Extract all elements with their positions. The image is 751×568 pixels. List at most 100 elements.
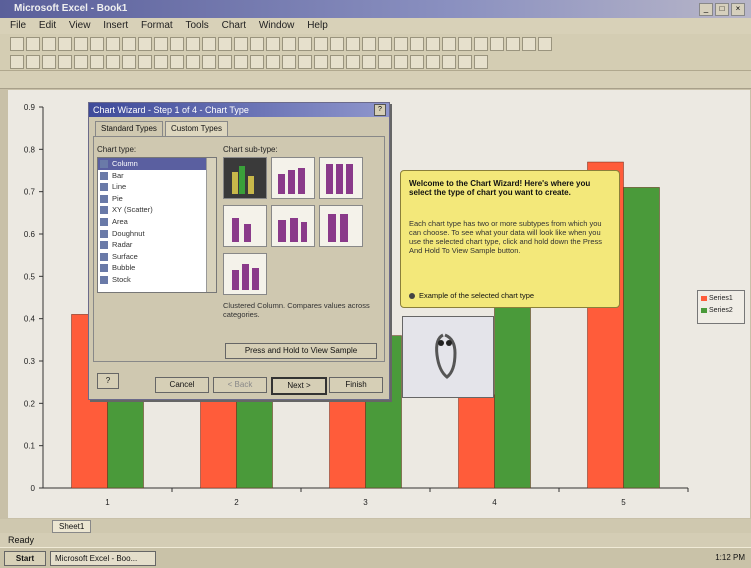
- tb1-button[interactable]: [74, 37, 88, 51]
- bar-series2[interactable]: [623, 187, 660, 489]
- tb2-button[interactable]: [26, 55, 40, 69]
- tb1-button[interactable]: [266, 37, 280, 51]
- tb2-button[interactable]: [10, 55, 24, 69]
- tb2-button[interactable]: [42, 55, 56, 69]
- menu-help[interactable]: Help: [307, 20, 328, 31]
- tb1-button[interactable]: [426, 37, 440, 51]
- sheet-tab-sheet1[interactable]: Sheet1: [52, 520, 92, 533]
- taskbar-excel-button[interactable]: Microsoft Excel - Boo...: [50, 551, 156, 566]
- menu-insert[interactable]: Insert: [103, 20, 128, 31]
- tb2-button[interactable]: [170, 55, 184, 69]
- chart-type-item[interactable]: Column: [98, 158, 216, 170]
- subtype-stacked-column[interactable]: [271, 157, 315, 199]
- menu-chart[interactable]: Chart: [222, 20, 246, 31]
- tb1-button[interactable]: [314, 37, 328, 51]
- minimize-button[interactable]: _: [699, 3, 713, 16]
- close-button[interactable]: ×: [731, 3, 745, 16]
- bar-series1[interactable]: [458, 394, 495, 489]
- tb2-button[interactable]: [154, 55, 168, 69]
- chart-type-item[interactable]: Surface: [98, 251, 216, 263]
- tb1-button[interactable]: [506, 37, 520, 51]
- tb1-button[interactable]: [26, 37, 40, 51]
- tb1-button[interactable]: [474, 37, 488, 51]
- finish-button[interactable]: Finish: [329, 377, 383, 393]
- menu-tools[interactable]: Tools: [185, 20, 208, 31]
- tb1-button[interactable]: [42, 37, 56, 51]
- tb2-button[interactable]: [90, 55, 104, 69]
- tb2-button[interactable]: [58, 55, 72, 69]
- menu-view[interactable]: View: [69, 20, 91, 31]
- tb1-button[interactable]: [378, 37, 392, 51]
- tb1-button[interactable]: [410, 37, 424, 51]
- tb2-button[interactable]: [106, 55, 120, 69]
- tb1-button[interactable]: [298, 37, 312, 51]
- tb2-button[interactable]: [474, 55, 488, 69]
- start-button[interactable]: Start: [4, 551, 46, 566]
- tab-custom-types[interactable]: Custom Types: [165, 121, 228, 136]
- help-option[interactable]: Example of the selected chart type: [409, 291, 534, 300]
- subtype-3d-100-stacked-column[interactable]: [319, 205, 363, 247]
- press-hold-sample-button[interactable]: Press and Hold to View Sample: [225, 343, 377, 359]
- chart-type-item[interactable]: Bubble: [98, 262, 216, 274]
- tb2-button[interactable]: [410, 55, 424, 69]
- dialog-help-icon[interactable]: ?: [374, 104, 386, 116]
- subtype-3d-clustered-column[interactable]: [223, 205, 267, 247]
- tb1-button[interactable]: [330, 37, 344, 51]
- chart-type-item[interactable]: Line: [98, 181, 216, 193]
- tb2-button[interactable]: [282, 55, 296, 69]
- tb2-button[interactable]: [266, 55, 280, 69]
- menu-window[interactable]: Window: [259, 20, 295, 31]
- chart-type-item[interactable]: XY (Scatter): [98, 204, 216, 216]
- tb2-button[interactable]: [250, 55, 264, 69]
- tb2-button[interactable]: [442, 55, 456, 69]
- tb1-button[interactable]: [538, 37, 552, 51]
- tb2-button[interactable]: [218, 55, 232, 69]
- tb1-button[interactable]: [202, 37, 216, 51]
- menu-file[interactable]: File: [10, 20, 26, 31]
- chart-type-item[interactable]: Bar: [98, 170, 216, 182]
- tb1-button[interactable]: [90, 37, 104, 51]
- tb1-button[interactable]: [442, 37, 456, 51]
- menu-format[interactable]: Format: [141, 20, 173, 31]
- tb1-button[interactable]: [170, 37, 184, 51]
- tb1-button[interactable]: [106, 37, 120, 51]
- tb2-button[interactable]: [298, 55, 312, 69]
- tb2-button[interactable]: [394, 55, 408, 69]
- tb2-button[interactable]: [122, 55, 136, 69]
- tb1-button[interactable]: [346, 37, 360, 51]
- cancel-button[interactable]: Cancel: [155, 377, 209, 393]
- tb2-button[interactable]: [330, 55, 344, 69]
- next-button[interactable]: Next >: [271, 377, 327, 395]
- chart-type-item[interactable]: Doughnut: [98, 228, 216, 240]
- tb2-button[interactable]: [138, 55, 152, 69]
- tb2-button[interactable]: [362, 55, 376, 69]
- office-assistant[interactable]: [402, 316, 494, 398]
- tb2-button[interactable]: [314, 55, 328, 69]
- tb1-button[interactable]: [522, 37, 536, 51]
- help-button[interactable]: ?: [97, 373, 119, 389]
- tb2-button[interactable]: [426, 55, 440, 69]
- formula-bar[interactable]: [0, 71, 751, 89]
- tb1-button[interactable]: [186, 37, 200, 51]
- tb2-button[interactable]: [458, 55, 472, 69]
- maximize-button[interactable]: □: [715, 3, 729, 16]
- menu-edit[interactable]: Edit: [39, 20, 56, 31]
- chart-type-item[interactable]: Radar: [98, 239, 216, 251]
- back-button[interactable]: < Back: [213, 377, 267, 393]
- tb2-button[interactable]: [186, 55, 200, 69]
- tb1-button[interactable]: [122, 37, 136, 51]
- tab-standard-types[interactable]: Standard Types: [95, 121, 163, 136]
- tb1-button[interactable]: [58, 37, 72, 51]
- tb1-button[interactable]: [234, 37, 248, 51]
- tb2-button[interactable]: [202, 55, 216, 69]
- tb1-button[interactable]: [362, 37, 376, 51]
- tb1-button[interactable]: [138, 37, 152, 51]
- tb2-button[interactable]: [74, 55, 88, 69]
- chart-type-item[interactable]: Pie: [98, 193, 216, 205]
- subtype-3d-column[interactable]: [223, 253, 267, 295]
- tb2-button[interactable]: [346, 55, 360, 69]
- tb1-button[interactable]: [490, 37, 504, 51]
- tb1-button[interactable]: [250, 37, 264, 51]
- subtype-3d-stacked-column[interactable]: [271, 205, 315, 247]
- tb1-button[interactable]: [394, 37, 408, 51]
